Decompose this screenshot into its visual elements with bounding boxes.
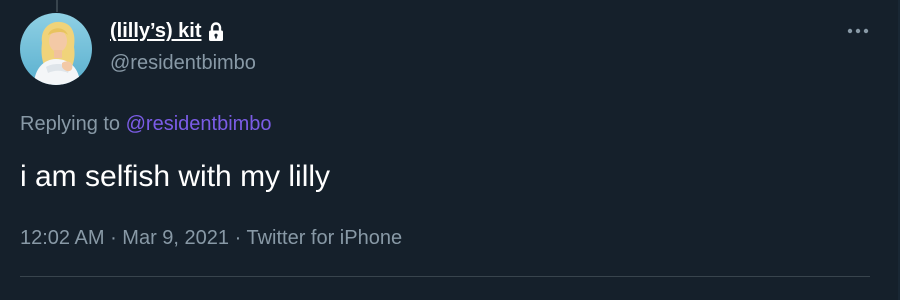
reply-mention-link[interactable]: @residentbimbo (126, 113, 272, 135)
tweet-date[interactable]: Mar 9, 2021 (122, 227, 229, 249)
thread-connector-line (56, 0, 58, 12)
lock-icon (206, 21, 226, 43)
tweet-metadata: 12:02 AM · Mar 9, 2021 · Twitter for iPh… (20, 227, 402, 250)
author-handle[interactable]: @residentbimbo (110, 52, 256, 75)
avatar[interactable] (20, 13, 92, 85)
more-options-icon (847, 28, 869, 34)
replying-to-line: Replying to @residentbimbo (20, 113, 272, 136)
meta-separator: · (229, 227, 247, 249)
author-display-name[interactable]: (lilly’s) kit (110, 20, 202, 43)
tweet-detail: (lilly’s) kit @residentbimbo Replying to… (0, 0, 900, 300)
divider (20, 276, 870, 277)
author-name-row: (lilly’s) kit (110, 20, 226, 43)
avatar-image (20, 13, 92, 85)
tweet-time[interactable]: 12:02 AM (20, 227, 105, 249)
meta-separator: · (104, 227, 123, 249)
tweet-source[interactable]: Twitter for iPhone (246, 227, 402, 249)
replying-to-label: Replying to (20, 113, 126, 135)
tweet-text: i am selfish with my lilly (20, 160, 331, 193)
more-options-button[interactable] (844, 20, 872, 42)
